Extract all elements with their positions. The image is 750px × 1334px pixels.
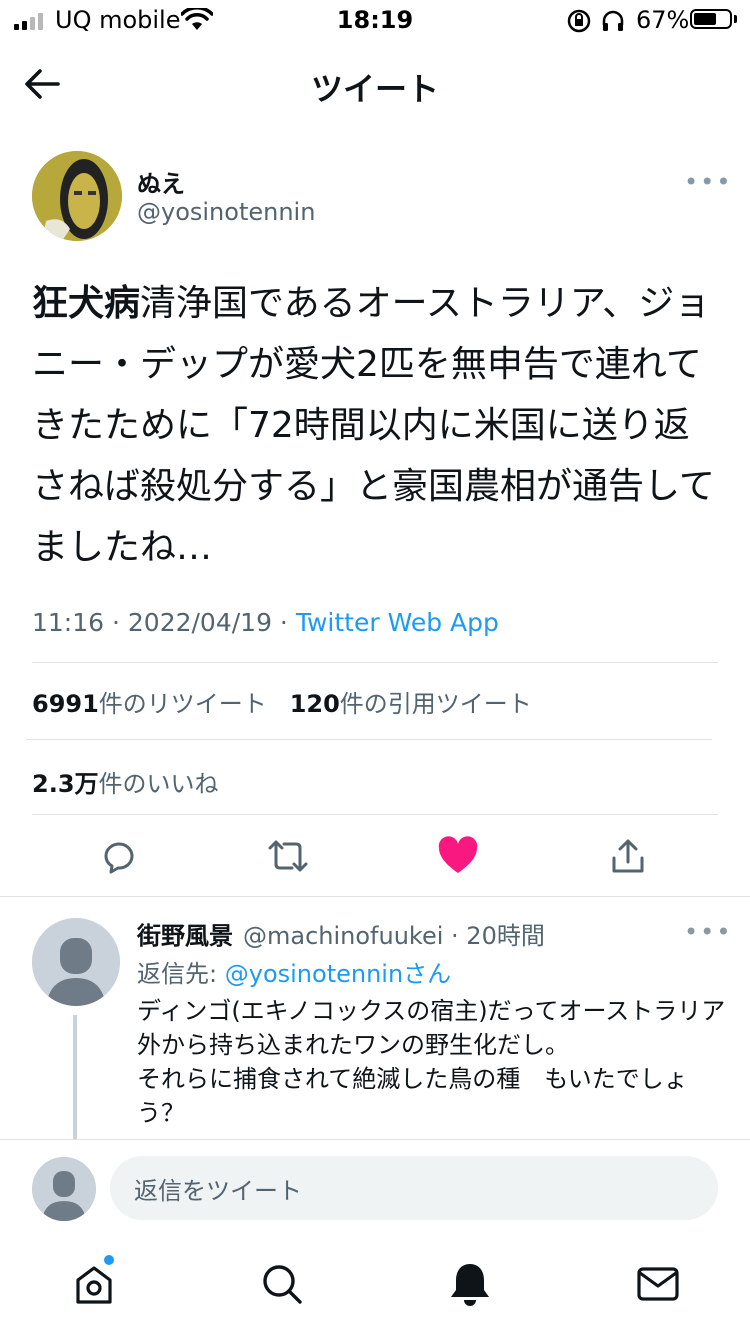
compose-avatar	[32, 1157, 96, 1221]
search-icon	[263, 1265, 302, 1304]
tab-messages[interactable]	[632, 1258, 684, 1310]
retweets-label: 件のリツイート	[98, 690, 267, 718]
bell-icon	[451, 1264, 489, 1306]
reply-author-meta: @machinofuukei · 20時間	[243, 922, 545, 950]
more-options-icon[interactable]: •••	[684, 168, 732, 196]
replying-to: 返信先: @yosinotenninさん	[137, 954, 451, 989]
home-notification-dot	[104, 1255, 114, 1265]
divider	[0, 1139, 750, 1140]
share-icon	[612, 839, 644, 873]
reply-text: ディンゴ(エキノコックスの宿主)だってオーストラリア外から持ち込まれたワンの野生…	[137, 997, 726, 1127]
tweet-text-body: 清浄国であるオーストラリア、ジョニー・デップが愛犬2匹を無申告で連れてきたために…	[32, 283, 715, 568]
quotes-count: 120	[289, 690, 340, 718]
tweet-text-bold: 狂犬病	[32, 283, 141, 324]
replying-to-label: 返信先:	[137, 960, 218, 988]
thread-line	[73, 1015, 77, 1140]
headphones-icon	[602, 10, 624, 31]
tab-home[interactable]	[68, 1258, 120, 1310]
heart-filled-icon	[438, 836, 478, 873]
status-bar: UQ mobile 18:19 67%	[0, 0, 750, 44]
author-avatar[interactable]	[32, 151, 122, 241]
reply-time: 20時間	[466, 922, 545, 950]
divider	[32, 662, 718, 663]
likes-stats[interactable]: 2.3万件のいいね	[32, 764, 219, 799]
tweet-date: 2022/04/19	[127, 608, 272, 637]
reply-compose-input[interactable]: 返信をツイート	[110, 1156, 718, 1220]
reply-author-name[interactable]: 街野風景	[137, 916, 233, 951]
reply-button[interactable]	[92, 830, 144, 882]
share-button[interactable]	[602, 830, 654, 882]
battery-percent: 67%	[636, 6, 690, 34]
quotes-label: 件の引用ツイート	[339, 690, 532, 718]
reply-author-handle[interactable]: @machinofuukei	[243, 922, 443, 950]
author-handle[interactable]: @yosinotennin	[137, 198, 315, 226]
battery-icon	[690, 9, 732, 29]
reply-icon	[104, 842, 134, 874]
tab-search[interactable]	[256, 1258, 308, 1310]
likes-label: 件のいいね	[98, 770, 219, 798]
divider	[0, 896, 750, 897]
retweet-icon	[268, 840, 308, 872]
replying-to-handle[interactable]: @yosinotenninさん	[225, 960, 451, 988]
tweet-source-link[interactable]: Twitter Web App	[296, 608, 499, 637]
home-icon	[76, 1266, 112, 1304]
likes-count: 2.3万	[32, 770, 99, 798]
retweet-button[interactable]	[262, 830, 314, 882]
author-name[interactable]: ぬえ	[137, 164, 185, 199]
divider	[26, 739, 712, 740]
like-button[interactable]	[432, 830, 484, 882]
battery-cap	[734, 15, 737, 23]
tweet-text: 狂犬病清浄国であるオーストラリア、ジョニー・デップが愛犬2匹を無申告で連れてきた…	[32, 273, 722, 578]
orientation-lock-icon	[567, 9, 591, 33]
mail-icon	[637, 1267, 679, 1301]
tab-notifications[interactable]	[444, 1258, 496, 1310]
divider	[32, 814, 718, 815]
retweet-stats[interactable]: 6991件のリツイート 120件の引用ツイート	[32, 684, 532, 719]
page-title: ツイート	[310, 70, 439, 108]
reply-avatar[interactable]	[32, 918, 120, 1006]
tweet-time: 11:16	[32, 608, 105, 637]
tweet-meta: 11:16 · 2022/04/19 · Twitter Web App	[32, 608, 499, 637]
retweets-count: 6991	[32, 690, 99, 718]
reply-more-options-icon[interactable]: •••	[684, 918, 732, 946]
